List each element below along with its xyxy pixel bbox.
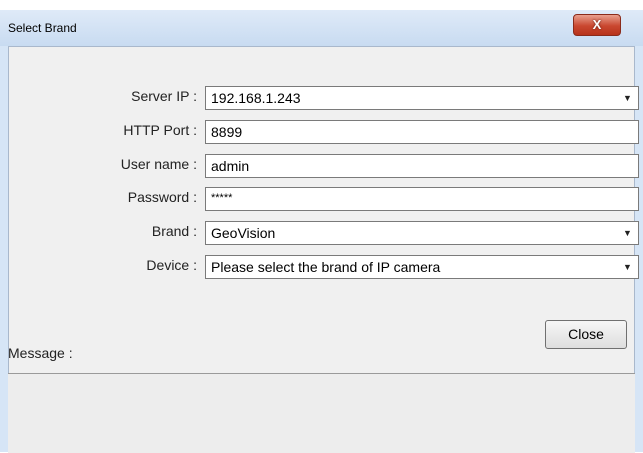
- password-value: *****: [211, 192, 233, 204]
- server-ip-label: Server IP :: [131, 88, 197, 104]
- message-label: Message :: [8, 345, 73, 361]
- device-combobox[interactable]: Please select the brand of IP camera ▼: [205, 255, 639, 279]
- title-bar[interactable]: Select Brand X: [0, 10, 643, 46]
- device-value: Please select the brand of IP camera: [211, 259, 441, 275]
- user-name-label: User name :: [120, 156, 197, 172]
- window-close-button[interactable]: X: [573, 14, 621, 36]
- chevron-down-icon[interactable]: ▼: [617, 87, 638, 109]
- server-ip-combobox[interactable]: 192.168.1.243 ▼: [205, 86, 639, 110]
- http-port-value: 8899: [211, 124, 243, 140]
- password-label: Password :: [127, 189, 197, 205]
- http-port-label: HTTP Port :: [123, 122, 197, 138]
- server-ip-value: 192.168.1.243: [211, 90, 301, 106]
- http-port-input[interactable]: 8899: [205, 120, 639, 144]
- password-input[interactable]: *****: [205, 187, 639, 211]
- brand-label: Brand :: [151, 223, 197, 239]
- window-title: Select Brand: [8, 21, 77, 35]
- brand-value: GeoVision: [211, 225, 276, 241]
- chevron-down-icon[interactable]: ▼: [617, 256, 638, 278]
- user-name-input[interactable]: admin: [205, 154, 639, 178]
- close-icon: X: [592, 17, 602, 32]
- device-label: Device :: [146, 257, 197, 273]
- brand-combobox[interactable]: GeoVision ▼: [205, 221, 639, 245]
- select-brand-dialog: Select Brand X Server IP : 192.168.1.243…: [0, 10, 643, 453]
- user-name-value: admin: [211, 158, 250, 174]
- dialog-body: Server IP : 192.168.1.243 ▼ HTTP Port : …: [8, 46, 639, 453]
- close-button[interactable]: Close: [545, 320, 627, 349]
- message-area: [8, 373, 635, 453]
- chevron-down-icon[interactable]: ▼: [617, 222, 638, 244]
